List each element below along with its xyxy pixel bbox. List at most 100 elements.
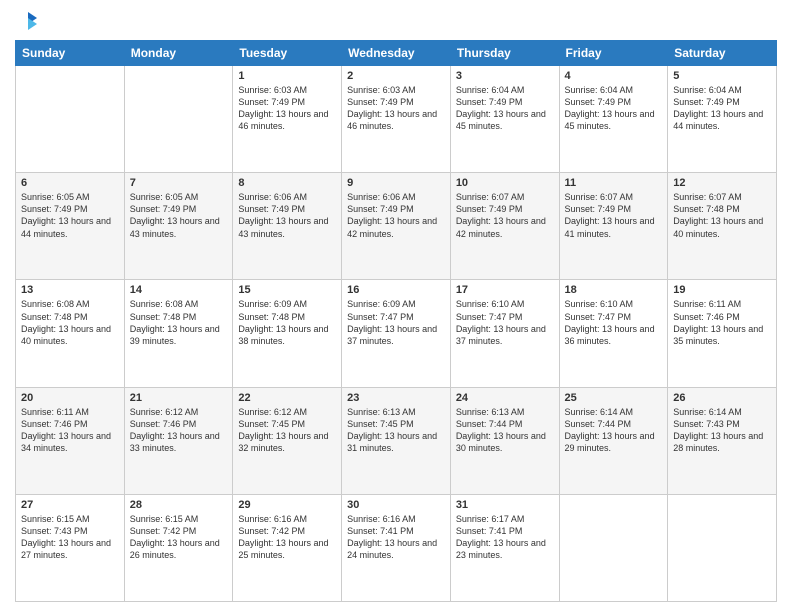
calendar-day-cell: 3 Sunrise: 6:04 AM Sunset: 7:49 PM Daylig… (450, 66, 559, 173)
calendar-col-header: Saturday (668, 41, 777, 66)
calendar-day-cell: 13 Sunrise: 6:08 AM Sunset: 7:48 PM Dayli… (16, 280, 125, 387)
calendar-day-cell: 17 Sunrise: 6:10 AM Sunset: 7:47 PM Dayli… (450, 280, 559, 387)
day-number: 16 (347, 284, 445, 296)
day-info: Sunrise: 6:06 AM Sunset: 7:49 PM Dayligh… (238, 191, 336, 240)
calendar-week-row: 6 Sunrise: 6:05 AM Sunset: 7:49 PM Daylig… (16, 173, 777, 280)
day-info: Sunrise: 6:10 AM Sunset: 7:47 PM Dayligh… (565, 298, 663, 347)
calendar-day-cell: 26 Sunrise: 6:14 AM Sunset: 7:43 PM Dayli… (668, 387, 777, 494)
day-number: 19 (673, 284, 771, 296)
calendar-day-cell (124, 66, 233, 173)
day-number: 6 (21, 177, 119, 189)
day-info: Sunrise: 6:12 AM Sunset: 7:46 PM Dayligh… (130, 406, 228, 455)
calendar-day-cell: 22 Sunrise: 6:12 AM Sunset: 7:45 PM Dayli… (233, 387, 342, 494)
calendar-col-header: Monday (124, 41, 233, 66)
calendar-day-cell: 15Sunrise: 6:09 AM Sunset: 7:48 PM Dayli… (233, 280, 342, 387)
calendar-day-cell: 14 Sunrise: 6:08 AM Sunset: 7:48 PM Dayli… (124, 280, 233, 387)
day-info: Sunrise: 6:16 AM Sunset: 7:41 PM Dayligh… (347, 513, 445, 562)
day-number: 18 (565, 284, 663, 296)
calendar-day-cell: 19 Sunrise: 6:11 AM Sunset: 7:46 PM Dayli… (668, 280, 777, 387)
calendar-day-cell: 7 Sunrise: 6:05 AM Sunset: 7:49 PM Daylig… (124, 173, 233, 280)
calendar-day-cell: 10 Sunrise: 6:07 AM Sunset: 7:49 PM Dayli… (450, 173, 559, 280)
day-number: 17 (456, 284, 554, 296)
day-info: Sunrise: 6:05 AM Sunset: 7:49 PM Dayligh… (21, 191, 119, 240)
day-number: 24 (456, 392, 554, 404)
day-number: 9 (347, 177, 445, 189)
day-info: Sunrise: 6:13 AM Sunset: 7:45 PM Dayligh… (347, 406, 445, 455)
calendar-day-cell: 4Sunrise: 6:04 AM Sunset: 7:49 PM Daylig… (559, 66, 668, 173)
calendar-table: SundayMondayTuesdayWednesdayThursdayFrid… (15, 40, 777, 602)
calendar-day-cell: 23 Sunrise: 6:13 AM Sunset: 7:45 PM Dayli… (342, 387, 451, 494)
day-info: Sunrise: 6:06 AM Sunset: 7:49 PM Dayligh… (347, 191, 445, 240)
day-info: Sunrise: 6:10 AM Sunset: 7:47 PM Dayligh… (456, 298, 554, 347)
day-number: 27 (21, 499, 119, 511)
day-number: 13 (21, 284, 119, 296)
logo-flag-icon (17, 10, 39, 32)
day-info: Sunrise: 6:16 AM Sunset: 7:42 PM Dayligh… (238, 513, 336, 562)
day-number: 3 (456, 70, 554, 82)
calendar-day-cell: 8 Sunrise: 6:06 AM Sunset: 7:49 PM Daylig… (233, 173, 342, 280)
day-number: 1 (238, 70, 336, 82)
day-number: 7 (130, 177, 228, 189)
day-number: 23 (347, 392, 445, 404)
day-info: Sunrise: 6:08 AM Sunset: 7:48 PM Dayligh… (21, 298, 119, 347)
day-info: Sunrise: 6:13 AM Sunset: 7:44 PM Dayligh… (456, 406, 554, 455)
calendar-day-cell: 27 Sunrise: 6:15 AM Sunset: 7:43 PM Dayli… (16, 494, 125, 601)
calendar-day-cell: 9 Sunrise: 6:06 AM Sunset: 7:49 PM Daylig… (342, 173, 451, 280)
day-number: 22 (238, 392, 336, 404)
day-info: Sunrise: 6:03 AM Sunset: 7:49 PM Dayligh… (238, 84, 336, 133)
day-info: Sunrise: 6:07 AM Sunset: 7:48 PM Dayligh… (673, 191, 771, 240)
day-info: Sunrise: 6:07 AM Sunset: 7:49 PM Dayligh… (456, 191, 554, 240)
day-number: 4 (565, 70, 663, 82)
day-number: 2 (347, 70, 445, 82)
calendar-day-cell: 31 Sunrise: 6:17 AM Sunset: 7:41 PM Dayli… (450, 494, 559, 601)
day-info: Sunrise: 6:04 AM Sunset: 7:49 PM Dayligh… (673, 84, 771, 133)
header (15, 10, 777, 32)
calendar-day-cell: 11 Sunrise: 6:07 AM Sunset: 7:49 PM Dayli… (559, 173, 668, 280)
day-info: Sunrise: 6:09 AM Sunset: 7:48 PM Dayligh… (238, 298, 336, 347)
calendar-col-header: Wednesday (342, 41, 451, 66)
day-number: 11 (565, 177, 663, 189)
calendar-day-cell: 21 Sunrise: 6:12 AM Sunset: 7:46 PM Dayli… (124, 387, 233, 494)
calendar-day-cell: 6 Sunrise: 6:05 AM Sunset: 7:49 PM Daylig… (16, 173, 125, 280)
day-info: Sunrise: 6:12 AM Sunset: 7:45 PM Dayligh… (238, 406, 336, 455)
calendar-col-header: Thursday (450, 41, 559, 66)
day-info: Sunrise: 6:15 AM Sunset: 7:42 PM Dayligh… (130, 513, 228, 562)
day-info: Sunrise: 6:05 AM Sunset: 7:49 PM Dayligh… (130, 191, 228, 240)
calendar-day-cell: 25Sunrise: 6:14 AM Sunset: 7:44 PM Dayli… (559, 387, 668, 494)
day-number: 31 (456, 499, 554, 511)
calendar-week-row: 13 Sunrise: 6:08 AM Sunset: 7:48 PM Dayli… (16, 280, 777, 387)
day-number: 10 (456, 177, 554, 189)
page: SundayMondayTuesdayWednesdayThursdayFrid… (0, 0, 792, 612)
calendar-week-row: 27 Sunrise: 6:15 AM Sunset: 7:43 PM Dayli… (16, 494, 777, 601)
calendar-day-cell (16, 66, 125, 173)
day-info: Sunrise: 6:04 AM Sunset: 7:49 PM Dayligh… (456, 84, 554, 133)
day-number: 8 (238, 177, 336, 189)
day-number: 21 (130, 392, 228, 404)
day-info: Sunrise: 6:15 AM Sunset: 7:43 PM Dayligh… (21, 513, 119, 562)
day-number: 28 (130, 499, 228, 511)
calendar-day-cell: 16 Sunrise: 6:09 AM Sunset: 7:47 PM Dayli… (342, 280, 451, 387)
calendar-day-cell (668, 494, 777, 601)
day-number: 14 (130, 284, 228, 296)
calendar-header-row: SundayMondayTuesdayWednesdayThursdayFrid… (16, 41, 777, 66)
day-info: Sunrise: 6:14 AM Sunset: 7:43 PM Dayligh… (673, 406, 771, 455)
day-info: Sunrise: 6:09 AM Sunset: 7:47 PM Dayligh… (347, 298, 445, 347)
calendar-day-cell: 29Sunrise: 6:16 AM Sunset: 7:42 PM Dayli… (233, 494, 342, 601)
day-info: Sunrise: 6:07 AM Sunset: 7:49 PM Dayligh… (565, 191, 663, 240)
calendar-day-cell: 18 Sunrise: 6:10 AM Sunset: 7:47 PM Dayli… (559, 280, 668, 387)
day-info: Sunrise: 6:08 AM Sunset: 7:48 PM Dayligh… (130, 298, 228, 347)
day-info: Sunrise: 6:11 AM Sunset: 7:46 PM Dayligh… (21, 406, 119, 455)
calendar-body: 1 Sunrise: 6:03 AM Sunset: 7:49 PM Daylig… (16, 66, 777, 602)
calendar-week-row: 1 Sunrise: 6:03 AM Sunset: 7:49 PM Daylig… (16, 66, 777, 173)
day-info: Sunrise: 6:17 AM Sunset: 7:41 PM Dayligh… (456, 513, 554, 562)
calendar-day-cell: 5Sunrise: 6:04 AM Sunset: 7:49 PM Daylig… (668, 66, 777, 173)
calendar-week-row: 20Sunrise: 6:11 AM Sunset: 7:46 PM Dayli… (16, 387, 777, 494)
day-info: Sunrise: 6:11 AM Sunset: 7:46 PM Dayligh… (673, 298, 771, 347)
day-number: 30 (347, 499, 445, 511)
calendar-col-header: Sunday (16, 41, 125, 66)
calendar-day-cell: 1 Sunrise: 6:03 AM Sunset: 7:49 PM Daylig… (233, 66, 342, 173)
calendar-col-header: Friday (559, 41, 668, 66)
day-number: 12 (673, 177, 771, 189)
day-number: 26 (673, 392, 771, 404)
logo (15, 10, 39, 32)
